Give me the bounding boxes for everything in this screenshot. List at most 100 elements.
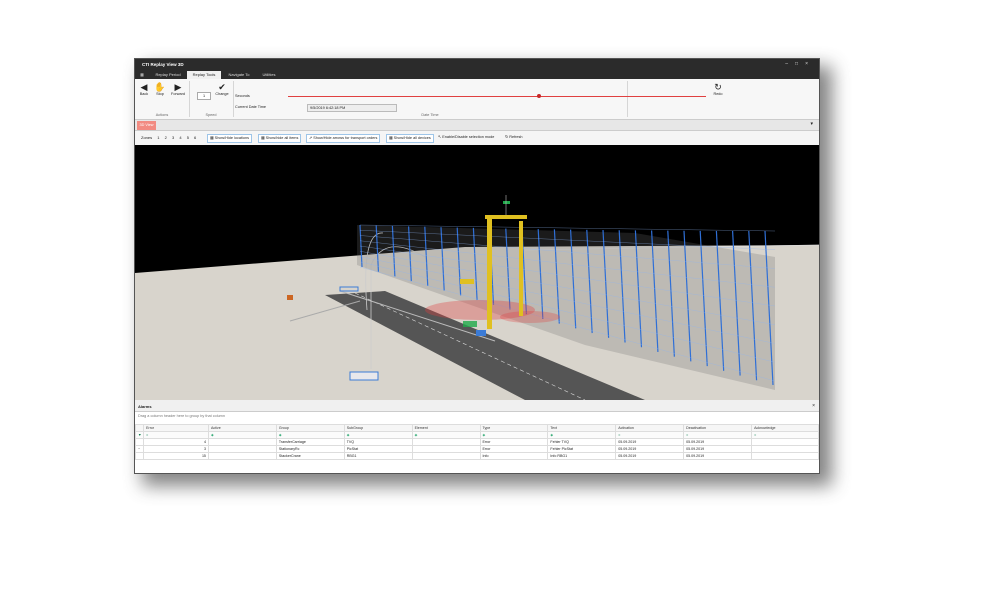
tab-replay-period[interactable]: Replay Period <box>150 71 186 79</box>
view-toolbar: Zones 1 2 3 4 5 6 ▦ Show/Hide locations … <box>135 131 819 145</box>
column-header-element[interactable]: Element <box>411 424 481 432</box>
column-header-text[interactable]: Text <box>547 424 617 432</box>
zone-6-button[interactable]: 6 <box>194 135 196 140</box>
3d-viewport[interactable] <box>135 145 819 400</box>
column-header-error[interactable]: Error <box>143 424 209 432</box>
device-marker <box>503 201 510 204</box>
filter-cell[interactable]: ◈ <box>207 431 277 439</box>
checkmark-icon: ✔ <box>218 82 226 92</box>
current-date-time-field[interactable]: 9/5/2019 6:42:18 PM <box>307 104 397 112</box>
zone-5-button[interactable]: 5 <box>187 135 189 140</box>
filter-cell[interactable]: ◈ <box>343 431 413 439</box>
back-button[interactable]: ◀ Back <box>137 82 151 96</box>
filter-cell[interactable]: ◈ <box>547 431 617 439</box>
zone-3-button[interactable]: 3 <box>172 135 174 140</box>
refresh-icon: ↻ <box>505 135 509 139</box>
app-window: CTI Replay View 3D –□× ▦ Replay Period R… <box>134 58 820 474</box>
filter-cell[interactable]: ◈ <box>479 431 549 439</box>
transfer-carriage <box>460 279 474 284</box>
filter-cell[interactable]: = <box>751 431 819 439</box>
column-header-deactivation[interactable]: Deactivation <box>683 424 753 432</box>
group-title-actions: Actions <box>155 113 169 117</box>
speed-stepper[interactable]: 1 <box>197 92 211 100</box>
minimize-icon[interactable]: – <box>785 61 795 67</box>
table-row[interactable]: − 3 StationaryRc PicStat Error Fehler Pi… <box>135 445 819 453</box>
tab-3d-view[interactable]: 3D View <box>137 121 156 130</box>
column-header-acknowledge[interactable]: Acknowledge <box>751 424 819 432</box>
filter-cell[interactable]: = <box>143 431 209 439</box>
tab-utilities[interactable]: Utilities <box>257 71 281 79</box>
window-controls: –□× <box>785 61 815 67</box>
grid-icon: ▦ <box>210 136 214 140</box>
group-hint: Drag a column header here to group by th… <box>138 414 225 418</box>
ribbon-tabs: ▦ Replay Period Replay Tools Navigate To… <box>135 70 819 79</box>
selection-mode-button[interactable]: ↖ Enable/Disable selection mode <box>438 134 494 141</box>
document-tab-bar: 3D View ▾ <box>135 120 819 131</box>
alarms-title: Alarms <box>138 404 152 409</box>
seconds-label: Seconds <box>235 94 250 98</box>
ribbon: ◀ Back ✋ Stop ▶ Forward Actions 1 ✔ Change S… <box>135 79 819 120</box>
forward-icon: ▶ <box>174 82 182 92</box>
group-speed: 1 ✔ Change Speed <box>189 81 234 117</box>
group-title-speed: Speed <box>205 113 217 117</box>
chevron-down-icon[interactable]: ▾ <box>810 121 813 127</box>
hand-icon: ✋ <box>154 82 166 92</box>
zone-4-button[interactable]: 4 <box>179 135 181 140</box>
group-actions: ◀ Back ✋ Stop ▶ Forward Actions <box>135 81 190 117</box>
filter-cell[interactable]: = <box>615 431 685 439</box>
refresh-button[interactable]: ↻ Refresh <box>505 134 523 141</box>
show-locations-button[interactable]: ▦ Show/Hide locations <box>207 134 253 143</box>
filter-cell[interactable]: ◈ <box>275 431 345 439</box>
zone-heat-highlight <box>500 311 560 323</box>
title-bar: CTI Replay View 3D –□× <box>135 59 819 70</box>
back-icon: ◀ <box>140 82 148 92</box>
alarms-table: Error Active Group SubGroup Element Type… <box>135 424 819 460</box>
warehouse-scene <box>135 195 819 400</box>
grid-icon: ▦ <box>389 136 393 140</box>
show-items-button[interactable]: ▦ Show/hide all items <box>258 134 302 143</box>
time-slider-track[interactable] <box>288 96 706 97</box>
close-icon[interactable]: × <box>812 403 815 409</box>
column-header-activation[interactable]: Activation <box>615 424 685 432</box>
cursor-icon: ↖ <box>438 135 442 139</box>
zones-label: Zones <box>141 135 153 140</box>
filter-cell[interactable]: ◈ <box>411 431 481 439</box>
column-header-group[interactable]: Group <box>275 424 345 432</box>
stop-button[interactable]: ✋ Stop <box>153 82 167 96</box>
show-devices-button[interactable]: ▦ Show/Hide all devices <box>386 134 434 143</box>
table-row[interactable]: 4 TransferCarriage TVQ Error Fehler TVQ … <box>135 438 819 446</box>
station-device <box>476 330 486 336</box>
file-menu-icon[interactable]: ▦ <box>137 71 147 79</box>
tab-replay-tools[interactable]: Replay Tools <box>187 71 221 79</box>
column-header-type[interactable]: Type <box>479 424 549 432</box>
alarms-header: Alarms × <box>135 402 819 412</box>
table-row[interactable]: 15 StackerCrane RBG1 Info Info RBG1 05.0… <box>135 452 819 460</box>
current-date-time-label: Current Date Time <box>235 105 267 109</box>
alarms-panel: Alarms × Drag a column header here to gr… <box>135 402 819 473</box>
stacker-crane-mast <box>519 221 523 316</box>
forward-button[interactable]: ▶ Forward <box>169 82 187 96</box>
group-date-time: Seconds Current Date Time 9/5/2019 6:42:… <box>233 81 723 117</box>
zones-selector: Zones 1 2 3 4 5 6 <box>141 135 196 140</box>
time-slider-thumb[interactable] <box>536 94 541 98</box>
filter-icon[interactable]: ▼ <box>135 431 145 439</box>
close-icon[interactable]: × <box>805 61 815 67</box>
maximize-icon[interactable]: □ <box>795 61 805 67</box>
show-arrows-button[interactable]: ➚ Show/Hide arrows for transport orders <box>306 134 381 143</box>
filter-row: ▼ = ◈ ◈ ◈ ◈ ◈ ◈ = = = <box>135 431 819 439</box>
stacker-crane-beam <box>485 215 527 219</box>
app-title: CTI Replay View 3D <box>142 62 184 67</box>
filter-cell[interactable]: = <box>683 431 753 439</box>
column-header-subgroup[interactable]: SubGroup <box>343 424 413 432</box>
column-header-active[interactable]: Active <box>207 424 277 432</box>
group-title-date-time: Date Time <box>421 113 439 117</box>
zone-2-button[interactable]: 2 <box>165 135 167 140</box>
change-button[interactable]: ✔ Change <box>213 82 231 96</box>
vehicle-device <box>287 295 293 300</box>
collapse-icon[interactable]: − <box>135 445 145 453</box>
zone-1-button[interactable]: 1 <box>157 135 159 140</box>
station-device <box>463 321 477 327</box>
stacker-crane-mast <box>487 217 492 329</box>
redo-button[interactable]: ↻ Redo <box>711 82 725 96</box>
tab-navigate-to[interactable]: Navigate To <box>223 71 255 79</box>
